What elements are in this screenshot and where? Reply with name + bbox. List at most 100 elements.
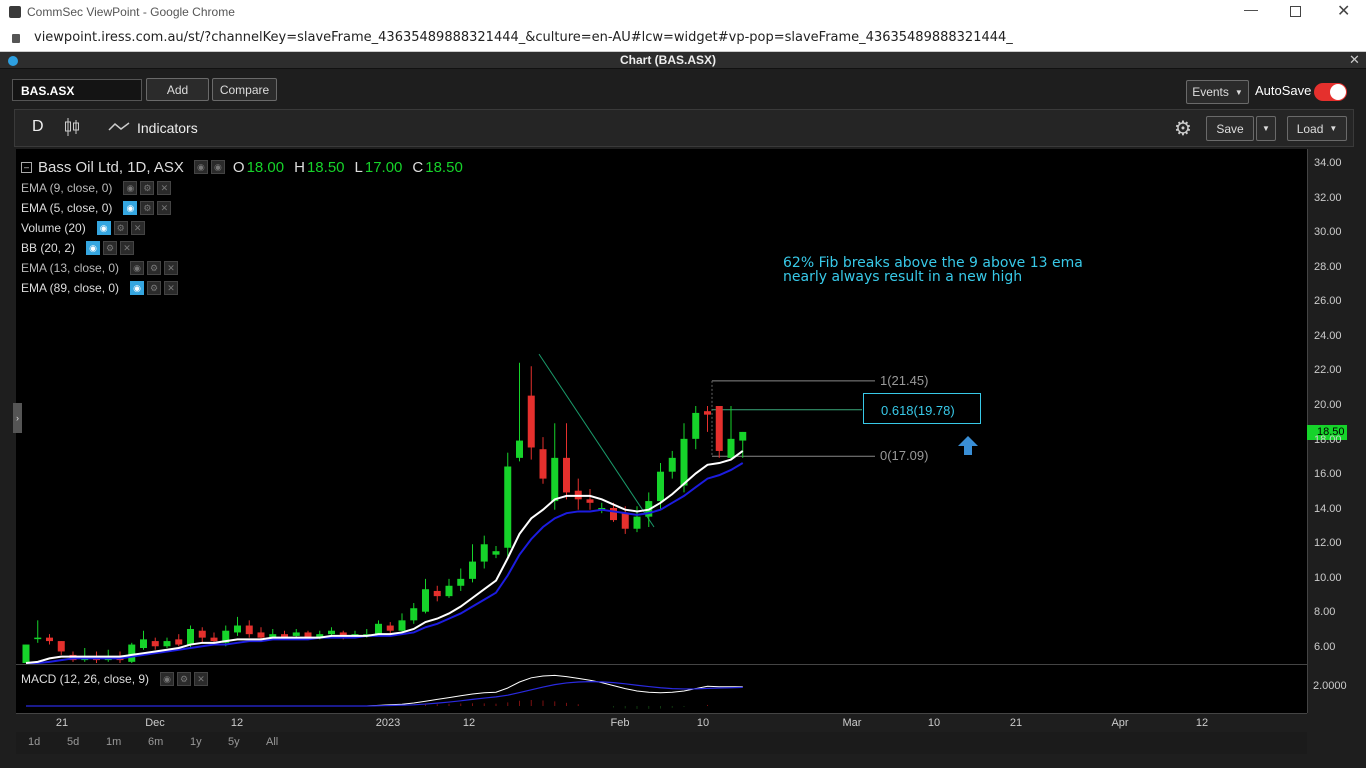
candle-body — [422, 589, 429, 612]
legend-settings-icon[interactable]: ◉ — [210, 160, 225, 174]
eye-icon[interactable]: ◉ — [160, 672, 175, 686]
time-tick-label: Dec — [145, 717, 165, 729]
price-tick-label: 12.00 — [1314, 537, 1342, 550]
candle-body — [551, 457, 559, 502]
candle-body — [516, 440, 523, 458]
candle-body — [668, 457, 676, 472]
candle-body — [328, 630, 335, 635]
time-tick-label: 10 — [927, 717, 941, 729]
close-icon[interactable]: ✕ — [157, 181, 172, 195]
candle-body — [257, 632, 265, 638]
macd-histogram-bar — [683, 706, 685, 708]
candle-body — [492, 551, 500, 555]
close-icon[interactable]: ✕ — [194, 672, 209, 686]
candle-body — [163, 641, 171, 647]
range-button-1m[interactable]: 1m — [106, 736, 121, 748]
candle-body — [457, 578, 465, 586]
gear-icon[interactable]: ⚙ — [103, 241, 118, 255]
low-label: L — [354, 158, 363, 176]
price-tick-label: 34.00 — [1314, 157, 1342, 169]
candle-body — [175, 639, 183, 645]
macd-axis-label: 2.0000 — [1313, 680, 1347, 692]
time-tick-label: 21 — [1009, 717, 1023, 729]
symbol-legend: – Bass Oil Ltd, 1D, ASX ◉ ◉ O 18.00 H 18.5… — [21, 158, 463, 176]
candle-body — [57, 641, 65, 652]
gear-icon[interactable]: ⚙ — [140, 181, 155, 195]
fib-level-box[interactable]: 0.618(19.78) — [863, 393, 981, 424]
time-tick-label: 12 — [462, 717, 476, 729]
time-tick-label: 2023 — [375, 717, 401, 729]
candle-body — [151, 641, 159, 647]
macd-histogram-bar — [577, 704, 579, 706]
price-tick-label: 32.00 — [1314, 191, 1342, 204]
legend-visibility-icon[interactable]: ◉ — [193, 160, 208, 174]
candle-body — [504, 466, 512, 548]
close-icon[interactable]: ✕ — [164, 281, 179, 295]
macd-histogram-bar — [472, 703, 473, 706]
arrow-up-icon[interactable] — [957, 435, 979, 462]
sidebar-expand-handle[interactable]: › — [13, 403, 22, 433]
candle-body — [433, 590, 441, 597]
gear-icon[interactable]: ⚙ — [147, 261, 162, 275]
annotation-line: nearly always result in a new high — [783, 269, 1023, 285]
main-plot-area — [16, 149, 1307, 664]
macd-histogram-bar — [483, 703, 485, 706]
range-button-5d[interactable]: 5d — [67, 736, 79, 748]
macd-histogram-bar — [660, 706, 661, 709]
collapse-legend-icon[interactable]: – — [21, 161, 32, 173]
range-button-5y[interactable]: 5y — [228, 736, 240, 748]
price-tick-label: 20.00 — [1314, 399, 1342, 411]
eye-icon[interactable]: ◉ — [123, 201, 138, 215]
gear-icon[interactable]: ⚙ — [177, 672, 192, 686]
chart-annotation[interactable]: 62% Fib breaks above the 9 above 13 ema … — [783, 256, 1083, 284]
macd-histogram-bar — [566, 702, 567, 706]
candle-body — [539, 449, 547, 479]
close-icon[interactable]: ✕ — [130, 221, 145, 235]
candle-body — [22, 644, 30, 663]
study-label: BB (20, 2) — [21, 241, 76, 255]
close-icon[interactable]: ✕ — [164, 261, 179, 275]
eye-icon[interactable]: ◉ — [123, 181, 138, 195]
time-tick-label: Mar — [842, 717, 862, 729]
candle-body — [715, 406, 723, 451]
range-button-1y[interactable]: 1y — [190, 736, 202, 748]
candle — [715, 406, 723, 458]
close-label: C — [412, 158, 424, 176]
study-label: EMA (13, close, 0) — [21, 261, 120, 275]
high-value: 18.50 — [306, 158, 345, 176]
time-tick-label: Feb — [610, 717, 630, 729]
candle-body — [375, 623, 382, 635]
candle-body — [410, 608, 418, 621]
candle-body — [34, 637, 42, 640]
macd-histogram-bar — [495, 703, 497, 706]
candle-body — [527, 395, 535, 448]
range-button-1d[interactable]: 1d — [28, 736, 40, 748]
candle-body — [563, 457, 570, 493]
gear-icon[interactable]: ⚙ — [113, 221, 128, 235]
legend-title: Bass Oil Ltd, 1D, ASX — [38, 158, 184, 176]
candle-body — [210, 637, 218, 642]
close-icon[interactable]: ✕ — [157, 201, 172, 215]
close-value: 18.50 — [425, 158, 463, 176]
eye-icon[interactable]: ◉ — [130, 281, 145, 295]
candle-body — [198, 630, 206, 638]
eye-icon[interactable]: ◉ — [130, 261, 145, 275]
candle-body — [633, 516, 641, 529]
eye-icon[interactable]: ◉ — [96, 221, 111, 235]
price-chart[interactable] — [0, 0, 1366, 768]
range-button-all[interactable]: All — [266, 736, 278, 748]
range-button-6m[interactable]: 6m — [148, 736, 163, 748]
annotation-line: 62% Fib breaks above the 9 above 13 ema — [783, 255, 1083, 271]
gear-icon[interactable]: ⚙ — [147, 281, 162, 295]
gear-icon[interactable]: ⚙ — [140, 201, 155, 215]
study-label: EMA (9, close, 0) — [21, 181, 113, 195]
price-tick-label: 18.00 — [1314, 433, 1342, 446]
close-icon[interactable]: ✕ — [120, 241, 135, 255]
eye-icon[interactable]: ◉ — [86, 241, 101, 255]
macd-histogram-bar — [542, 700, 544, 706]
macd-histogram-bar — [507, 702, 509, 706]
price-tick-label: 22.00 — [1314, 364, 1342, 377]
candle-body — [140, 639, 147, 648]
study-label: EMA (89, close, 0) — [21, 281, 120, 295]
study-row: EMA (9, close, 0) ◉ ⚙ ✕ — [21, 180, 172, 196]
